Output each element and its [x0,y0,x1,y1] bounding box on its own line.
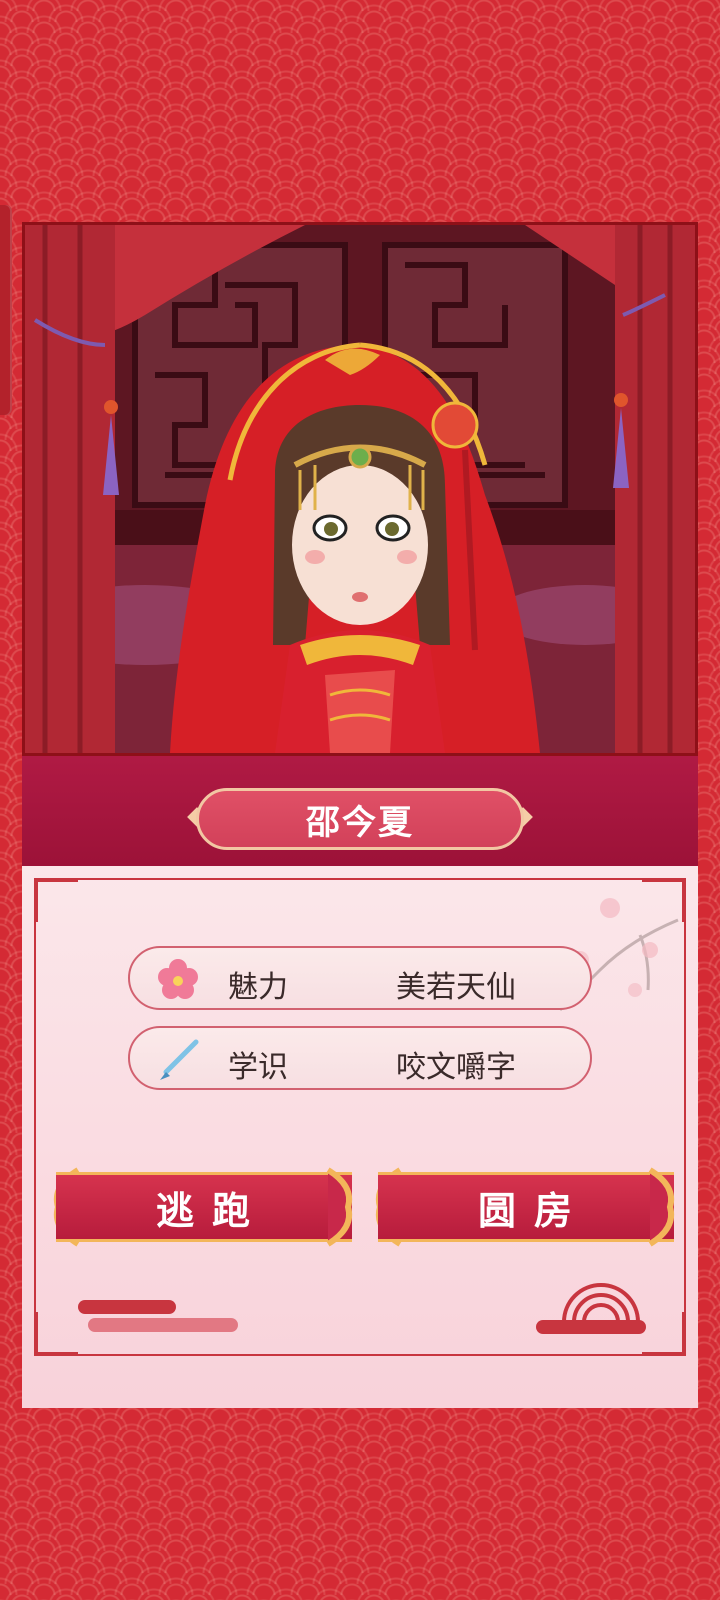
writing-brush-icon [160,1039,199,1080]
character-name-plate: 邵今夏 [196,788,524,850]
consummate-button-label: 圆房 [477,1188,590,1233]
decorative-bar [88,1318,238,1332]
scroll-cap-ornament [648,1167,674,1247]
stat-row-knowledge: 学识 咬文嚼字 [128,1026,592,1090]
stat-value: 咬文嚼字 [396,1050,516,1085]
side-drawer-tab[interactable] [0,205,12,415]
stat-label: 学识 [228,1050,288,1085]
escape-button[interactable]: 逃跑 [56,1172,352,1242]
frame-corner-ornament [34,1312,78,1356]
character-name: 邵今夏 [306,802,414,843]
bride-illustration [25,225,695,753]
character-portrait-scene [22,222,698,756]
stat-label: 魅力 [228,970,288,1005]
decorative-bar [536,1320,646,1334]
consummate-button[interactable]: 圆房 [378,1172,674,1242]
wave-ornament-icon [562,1283,640,1323]
stat-value: 美若天仙 [396,970,516,1005]
escape-button-label: 逃跑 [155,1188,268,1233]
scroll-cap-ornament [326,1167,352,1247]
stat-row-charm: 魅力 美若天仙 [128,946,592,1010]
plum-blossom-icon [158,959,198,999]
frame-corner-ornament [34,878,78,922]
decorative-bar [78,1300,176,1314]
frame-corner-ornament [642,1312,686,1356]
